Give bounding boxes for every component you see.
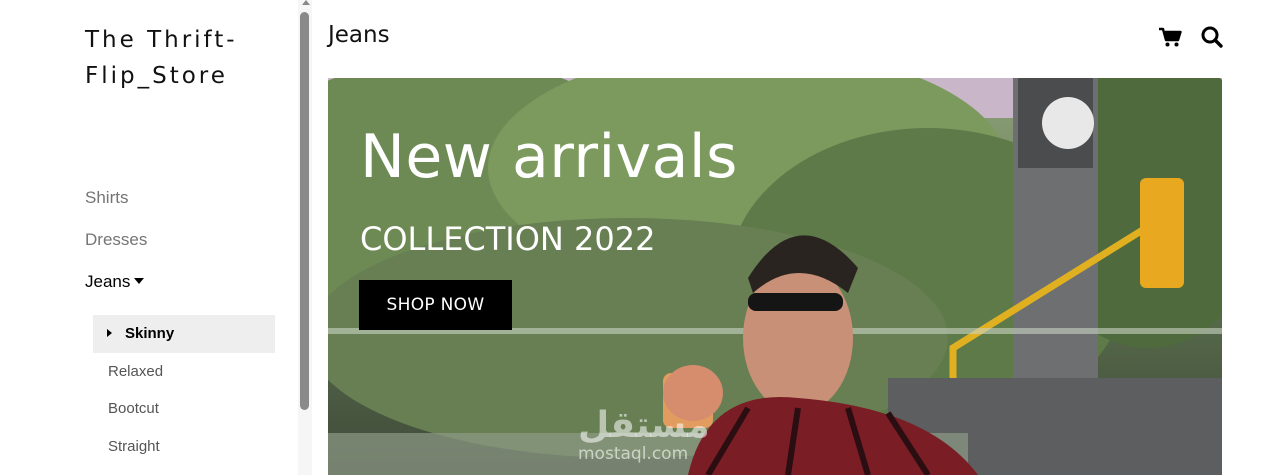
sidebar-item-dresses[interactable]: Dresses (85, 227, 285, 269)
hero-banner: New arrivals COLLECTION 2022 SHOP NOW (328, 78, 1222, 475)
watermark-arabic: مستقل (578, 405, 710, 446)
sidebar-item-jeans-label: Jeans (85, 272, 131, 291)
hero-subtitle: COLLECTION 2022 (360, 220, 656, 258)
subitem-straight[interactable]: Straight (93, 428, 275, 466)
page-title: Jeans (328, 22, 390, 48)
subitem-relaxed[interactable]: Relaxed (93, 353, 275, 391)
scrollbar-thumb[interactable] (300, 12, 309, 410)
subitem-skinny-label: Skinny (125, 325, 175, 342)
watermark-text: mostaql.com (578, 444, 689, 464)
jeans-subnav: Skinny Relaxed Bootcut Straight (93, 315, 275, 465)
store-logo[interactable]: The Thrift-Flip_Store (85, 22, 285, 94)
search-icon[interactable] (1199, 24, 1225, 50)
sidebar-item-jeans[interactable]: Jeans (85, 269, 285, 311)
category-nav: Shirts Dresses Jeans (85, 185, 285, 311)
caret-right-icon (107, 329, 112, 338)
sidebar-item-shirts[interactable]: Shirts (85, 185, 285, 227)
subitem-skinny[interactable]: Skinny (93, 315, 275, 353)
shop-now-button[interactable]: SHOP NOW (359, 280, 512, 330)
scroll-up-arrow-icon[interactable] (302, 0, 310, 5)
caret-down-icon (134, 278, 145, 285)
sidebar: The Thrift-Flip_Store Shirts Dresses Jea… (0, 0, 300, 475)
subitem-bootcut[interactable]: Bootcut (93, 390, 275, 428)
cart-icon[interactable] (1157, 24, 1183, 50)
hero-title: New arrivals (360, 122, 738, 192)
